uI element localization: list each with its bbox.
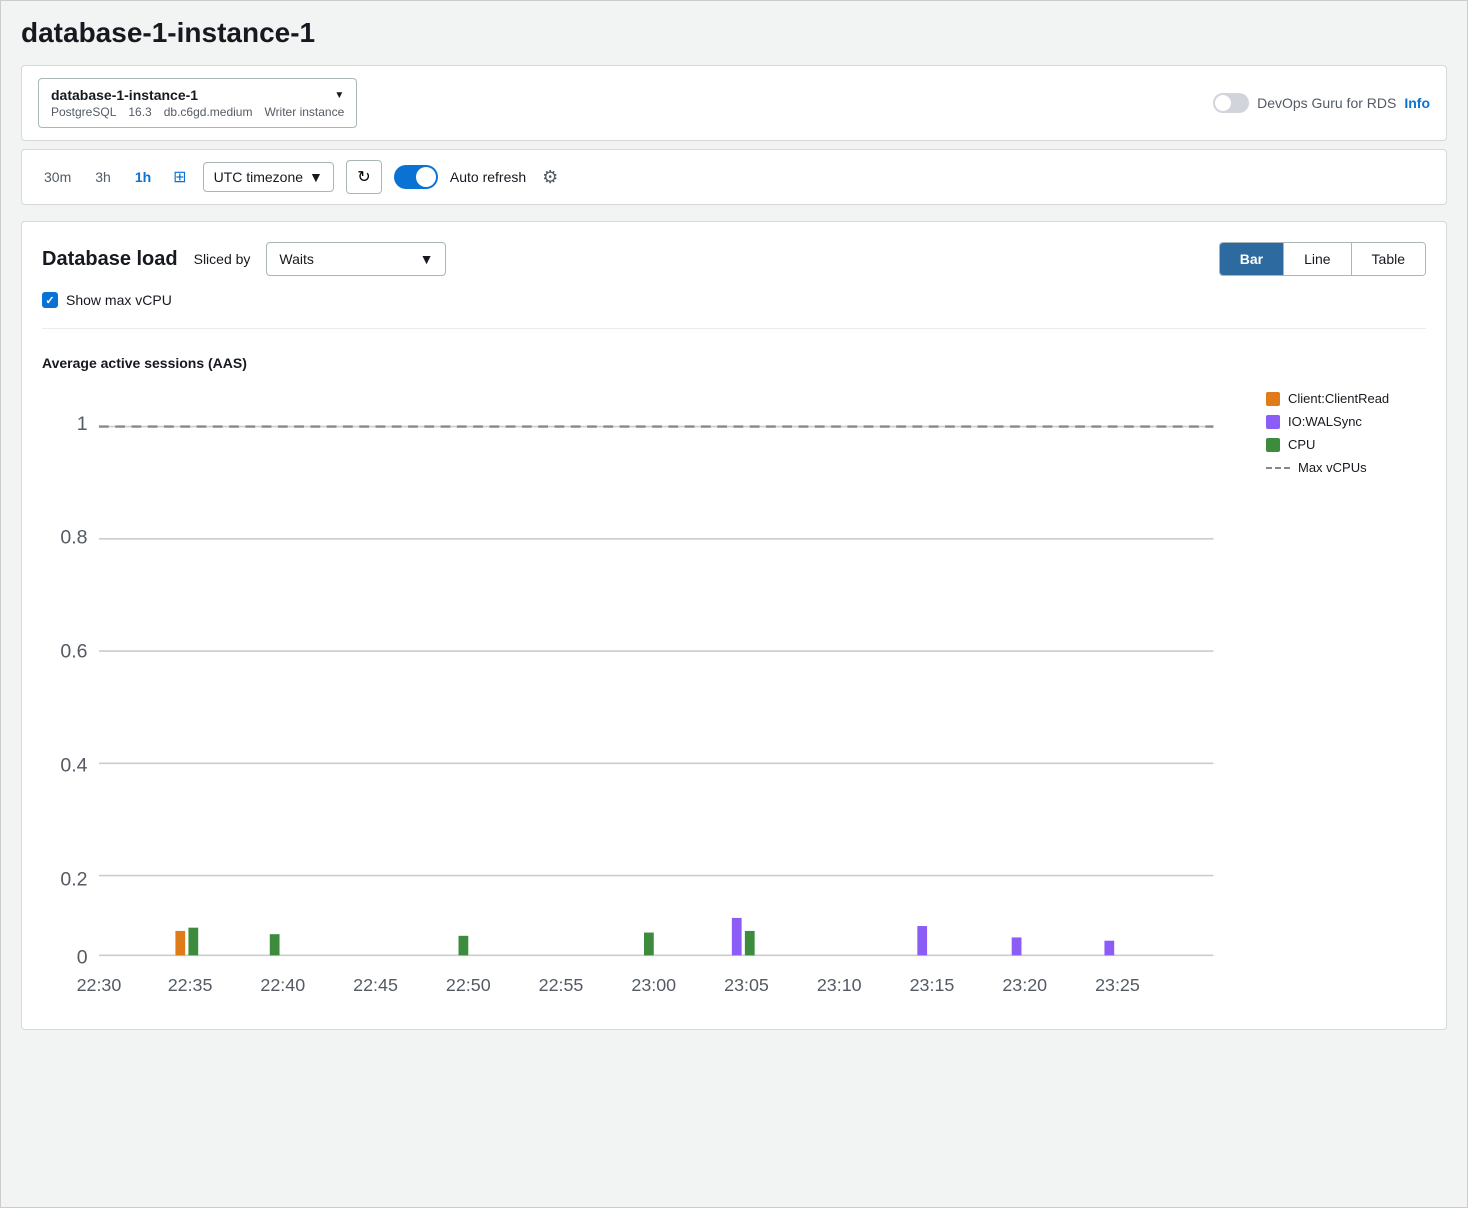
auto-refresh-toggle[interactable] — [394, 165, 438, 189]
legend-io-walsync: IO:WALSync — [1266, 414, 1426, 429]
sliced-by-label: Sliced by — [194, 251, 251, 267]
svg-text:0.6: 0.6 — [60, 641, 87, 663]
gear-icon: ⚙ — [542, 167, 558, 187]
view-type-buttons: Bar Line Table — [1219, 242, 1426, 276]
timezone-chevron-icon: ▼ — [309, 169, 323, 185]
svg-text:23:10: 23:10 — [817, 975, 862, 995]
table-view-button[interactable]: Table — [1351, 243, 1425, 275]
sliced-by-selector[interactable]: Waits ▼ — [266, 242, 446, 276]
legend-client-clientread: Client:ClientRead — [1266, 391, 1426, 406]
client-clientread-color — [1266, 392, 1280, 406]
db-load-header: Database load Sliced by Waits ▼ Bar Line… — [42, 242, 1426, 276]
devops-guru-section: DevOps Guru for RDS Info — [1213, 93, 1430, 113]
devops-guru-toggle[interactable] — [1213, 93, 1249, 113]
show-max-vcpu-checkbox[interactable] — [42, 292, 58, 308]
chart-title: Average active sessions (AAS) — [42, 355, 1426, 371]
max-vcpus-dashed-icon — [1266, 467, 1290, 469]
top-bar: database-1-instance-1 ▼ PostgreSQL 16.3 … — [21, 65, 1447, 141]
main-content: Database load Sliced by Waits ▼ Bar Line… — [21, 221, 1447, 1030]
instance-meta: PostgreSQL 16.3 db.c6gd.medium Writer in… — [51, 105, 344, 119]
section-divider — [42, 328, 1426, 329]
time-3h-button[interactable]: 3h — [89, 165, 117, 189]
show-max-vcpu-label: Show max vCPU — [66, 292, 172, 308]
chart-legend: Client:ClientRead IO:WALSync CPU Max vCP… — [1266, 381, 1426, 999]
devops-guru-label: DevOps Guru for RDS — [1257, 95, 1396, 111]
svg-text:22:45: 22:45 — [353, 975, 398, 995]
calendar-grid-icon[interactable]: ⊞ — [169, 165, 190, 189]
svg-text:0: 0 — [77, 946, 88, 968]
svg-text:22:35: 22:35 — [168, 975, 213, 995]
line-view-button[interactable]: Line — [1283, 243, 1350, 275]
svg-text:22:40: 22:40 — [260, 975, 305, 995]
svg-text:0.4: 0.4 — [60, 754, 87, 776]
svg-text:22:50: 22:50 — [446, 975, 491, 995]
legend-io-walsync-label: IO:WALSync — [1288, 414, 1362, 429]
refresh-button[interactable]: ↻ — [346, 160, 382, 194]
instance-selector[interactable]: database-1-instance-1 ▼ PostgreSQL 16.3 … — [38, 78, 357, 128]
legend-cpu-label: CPU — [1288, 437, 1315, 452]
instance-name: database-1-instance-1 ▼ — [51, 87, 344, 103]
io-walsync-color — [1266, 415, 1280, 429]
legend-max-vcpus-label: Max vCPUs — [1298, 460, 1367, 475]
svg-text:0.2: 0.2 — [60, 868, 87, 890]
svg-text:22:55: 22:55 — [539, 975, 584, 995]
svg-text:23:25: 23:25 — [1095, 975, 1140, 995]
time-30m-button[interactable]: 30m — [38, 165, 77, 189]
auto-refresh-label: Auto refresh — [450, 169, 526, 185]
timezone-selector[interactable]: UTC timezone ▼ — [203, 162, 334, 192]
legend-client-clientread-label: Client:ClientRead — [1288, 391, 1389, 406]
show-max-vcpu-row: Show max vCPU — [42, 292, 1426, 308]
settings-gear-button[interactable]: ⚙ — [538, 163, 562, 192]
svg-text:22:30: 22:30 — [77, 975, 122, 995]
chart-container: Average active sessions (AAS) 1 0.8 0.6 … — [42, 345, 1426, 1009]
dropdown-chevron-icon: ▼ — [334, 90, 344, 101]
svg-text:23:00: 23:00 — [631, 975, 676, 995]
svg-text:23:20: 23:20 — [1002, 975, 1047, 995]
cpu-color — [1266, 438, 1280, 452]
svg-text:23:15: 23:15 — [910, 975, 955, 995]
time-1h-button[interactable]: 1h — [129, 165, 157, 189]
bar-view-button[interactable]: Bar — [1220, 243, 1283, 275]
aas-chart-svg: 1 0.8 0.6 0.4 0.2 0 — [42, 381, 1246, 999]
page-wrapper: database-1-instance-1 database-1-instanc… — [0, 0, 1468, 1208]
refresh-icon: ↻ — [357, 167, 370, 187]
svg-text:0.8: 0.8 — [60, 527, 87, 549]
db-load-title: Database load — [42, 248, 178, 271]
sliced-by-chevron-icon: ▼ — [420, 251, 434, 267]
page-title: database-1-instance-1 — [21, 17, 1447, 49]
devops-guru-info-link[interactable]: Info — [1404, 95, 1430, 111]
chart-main: 1 0.8 0.6 0.4 0.2 0 — [42, 381, 1246, 999]
legend-cpu: CPU — [1266, 437, 1426, 452]
svg-text:1: 1 — [77, 413, 88, 435]
chart-area: 1 0.8 0.6 0.4 0.2 0 — [42, 381, 1426, 999]
svg-text:23:05: 23:05 — [724, 975, 769, 995]
legend-max-vcpus: Max vCPUs — [1266, 460, 1426, 475]
time-controls-bar: 30m 3h 1h ⊞ UTC timezone ▼ ↻ Auto refres… — [21, 149, 1447, 205]
